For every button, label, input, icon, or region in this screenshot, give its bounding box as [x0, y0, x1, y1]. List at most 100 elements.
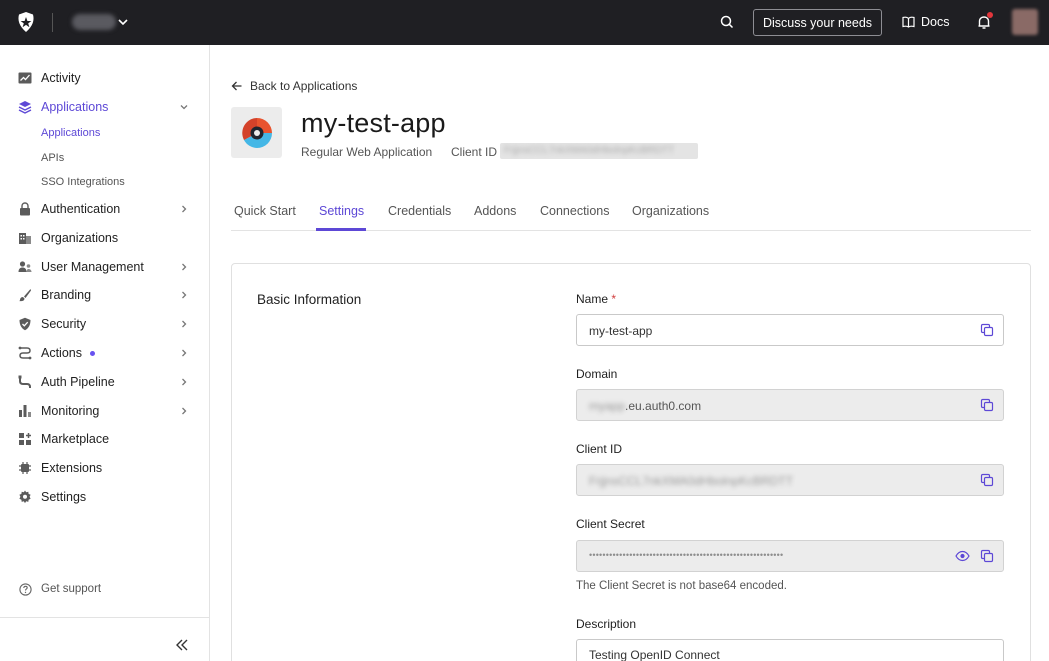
- back-label: Back to Applications: [250, 79, 358, 93]
- chevron-down-icon: [180, 105, 188, 110]
- lock-icon: [20, 202, 30, 216]
- name-label: Name *: [576, 292, 617, 306]
- sidebar-item-auth-pipeline[interactable]: Auth Pipeline: [0, 369, 209, 395]
- sidebar-item-security[interactable]: Security: [0, 311, 209, 337]
- chevron-right-icon: [182, 263, 187, 271]
- client-secret-mask: ••••••••••••••••••••••••••••••••••••••••…: [589, 550, 784, 560]
- chevron-right-icon: [182, 205, 187, 213]
- search-icon[interactable]: [718, 13, 736, 31]
- collapse-sidebar-icon[interactable]: [174, 637, 190, 653]
- layers-icon: [18, 101, 32, 114]
- client-id-field-value: FrjjnsCCL7nkXMA0dHbolnpKcBRDTT: [589, 474, 794, 488]
- app-logo-icon: [241, 117, 272, 148]
- chevron-right-icon: [182, 291, 187, 299]
- sidebar-item-branding[interactable]: Branding: [0, 282, 209, 308]
- eye-icon[interactable]: [955, 549, 970, 563]
- help-circle-icon: [19, 583, 32, 596]
- sidebar-item-label: Applications: [41, 100, 109, 114]
- sidebar-item-user-management[interactable]: User Management: [0, 254, 209, 280]
- name-field[interactable]: my-test-app: [576, 314, 1004, 346]
- grid-plus-icon: [19, 433, 31, 445]
- sidebar-subitem-apis[interactable]: APIs: [41, 152, 64, 164]
- users-icon: [18, 261, 32, 272]
- client-id-value[interactable]: FrjjnsCCL7nkXMA0dHbolnpKcBRDTT: [500, 143, 698, 159]
- sidebar-item-authentication[interactable]: Authentication: [0, 196, 209, 222]
- sidebar-subitem-sso[interactable]: SSO Integrations: [41, 176, 125, 188]
- app-logo: [231, 107, 282, 158]
- sidebar-item-label: Branding: [41, 288, 92, 302]
- name-value: my-test-app: [589, 324, 653, 338]
- avatar[interactable]: [1012, 9, 1038, 35]
- chip-icon: [19, 462, 31, 474]
- tab-settings[interactable]: Settings: [319, 204, 364, 218]
- client-id-text: FrjjnsCCL7nkXMA0dHbolnpKcBRDTT: [504, 145, 675, 156]
- sidebar-item-label: Settings: [41, 490, 87, 504]
- description-field[interactable]: Testing OpenID Connect: [576, 639, 1004, 661]
- section-title: Basic Information: [257, 292, 362, 307]
- gear-icon: [19, 490, 31, 504]
- sidebar-item-monitoring[interactable]: Monitoring: [0, 398, 209, 424]
- client-id-label: Client ID: [451, 145, 498, 159]
- auth0-logo-icon[interactable]: [15, 11, 37, 33]
- pipeline-icon: [18, 375, 31, 388]
- copy-icon[interactable]: [980, 323, 994, 337]
- sidebar-item-label: Authentication: [41, 202, 121, 216]
- chart-line-icon: [18, 72, 32, 84]
- sidebar-item-label: Security: [41, 317, 87, 331]
- tab-organizations[interactable]: Organizations: [632, 204, 709, 218]
- back-to-applications-link[interactable]: Back to Applications: [231, 79, 357, 93]
- chevron-right-icon: [182, 378, 187, 386]
- domain-value: myapp.eu.auth0.com: [589, 399, 701, 413]
- notification-badge: [987, 12, 993, 18]
- sidebar-item-label: Extensions: [41, 461, 103, 475]
- client-id-field-label: Client ID: [576, 442, 623, 456]
- arrow-left-icon: [231, 81, 242, 91]
- get-support-label: Get support: [41, 583, 102, 595]
- tenant-selector[interactable]: [72, 14, 116, 30]
- tab-addons[interactable]: Addons: [474, 204, 516, 218]
- chevron-down-icon[interactable]: [117, 14, 129, 30]
- sidebar-item-organizations[interactable]: Organizations: [0, 225, 209, 251]
- sidebar-item-applications[interactable]: Applications: [0, 94, 209, 120]
- tab-connections[interactable]: Connections: [540, 204, 610, 218]
- sidebar-item-label: User Management: [41, 260, 144, 274]
- top-bar: Discuss your needs Docs: [0, 0, 1049, 45]
- tab-bar: Quick Start Settings Credentials Addons …: [231, 195, 1031, 231]
- flow-icon: [18, 346, 32, 360]
- brush-icon: [19, 289, 31, 302]
- client-id-field[interactable]: FrjjnsCCL7nkXMA0dHbolnpKcBRDTT: [576, 464, 1004, 496]
- sidebar: Activity Applications Applications APIs …: [0, 45, 210, 661]
- discuss-needs-button[interactable]: Discuss your needs: [753, 9, 882, 36]
- description-value: Testing OpenID Connect: [589, 648, 720, 661]
- tab-quick-start[interactable]: Quick Start: [234, 204, 296, 218]
- sidebar-item-actions[interactable]: Actions: [0, 340, 209, 366]
- sidebar-item-extensions[interactable]: Extensions: [0, 455, 209, 481]
- chevron-right-icon: [182, 349, 187, 357]
- building-icon: [19, 233, 31, 244]
- copy-icon[interactable]: [980, 398, 994, 412]
- sidebar-item-activity[interactable]: Activity: [0, 65, 209, 91]
- new-indicator-dot: [90, 351, 95, 357]
- sidebar-item-label: Organizations: [41, 231, 119, 245]
- get-support-link[interactable]: Get support: [0, 579, 209, 601]
- sidebar-item-marketplace[interactable]: Marketplace: [0, 426, 209, 452]
- description-label: Description: [576, 617, 637, 631]
- domain-field[interactable]: myapp.eu.auth0.com: [576, 389, 1004, 421]
- sidebar-item-settings[interactable]: Settings: [0, 484, 209, 510]
- active-tab-indicator: [316, 228, 366, 231]
- copy-icon[interactable]: [980, 549, 994, 563]
- divider: [0, 617, 209, 618]
- sidebar-subitem-applications[interactable]: Applications: [41, 127, 100, 139]
- tab-credentials[interactable]: Credentials: [388, 204, 451, 218]
- page-title: my-test-app: [301, 108, 446, 138]
- copy-icon[interactable]: [980, 473, 994, 487]
- docs-link[interactable]: Docs: [902, 11, 949, 33]
- domain-suffix: .eu.auth0.com: [625, 399, 702, 413]
- divider: [52, 13, 53, 32]
- required-marker: *: [611, 292, 617, 306]
- sidebar-item-label: Activity: [41, 71, 81, 85]
- client-secret-field[interactable]: ••••••••••••••••••••••••••••••••••••••••…: [576, 540, 1004, 572]
- chevron-right-icon: [182, 407, 187, 415]
- docs-label: Docs: [921, 15, 950, 29]
- bar-chart-icon: [19, 405, 31, 417]
